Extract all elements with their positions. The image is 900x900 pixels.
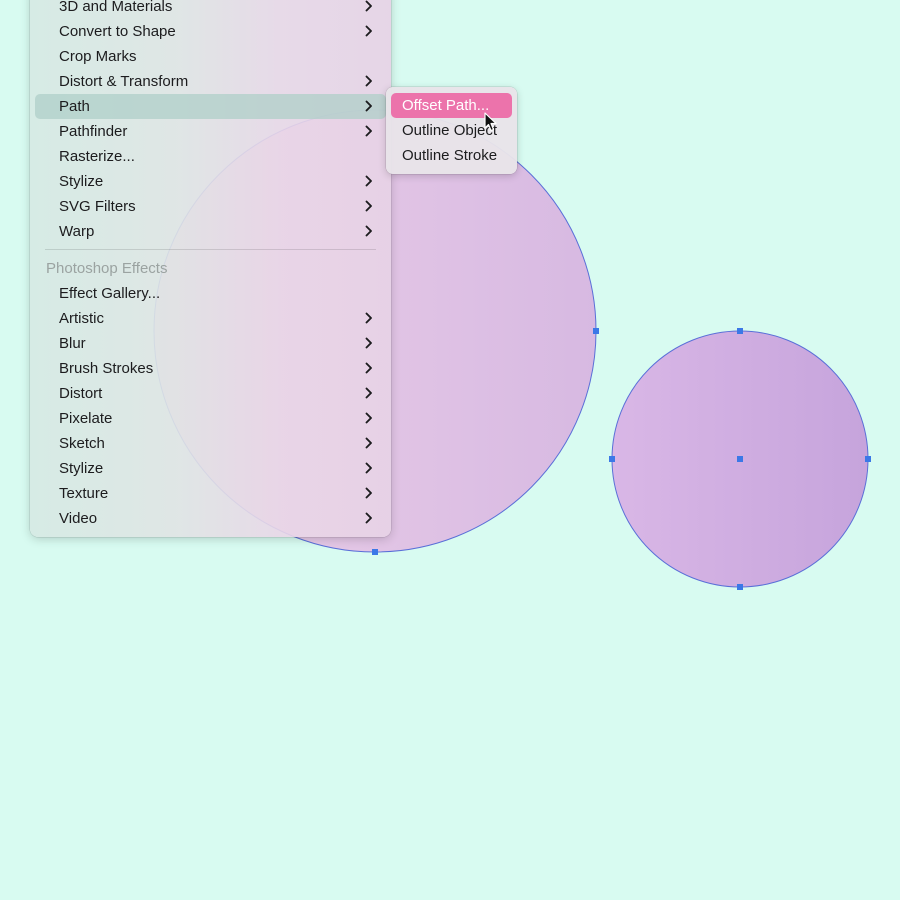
menu-item-label: Pixelate — [59, 410, 113, 427]
submenu-item-outline-stroke[interactable]: Outline Stroke — [391, 143, 512, 168]
menu-item-label: Convert to Shape — [59, 23, 176, 40]
effect-menu: 3D and Materials Convert to Shape Crop Mar… — [30, 0, 391, 537]
menu-item-label: Stylize — [59, 173, 104, 190]
menu-item-label: Warp — [59, 223, 95, 240]
chevron-right-icon — [362, 511, 376, 525]
menu-item-illustrator-svg-filters[interactable]: SVG Filters — [35, 194, 386, 219]
chevron-right-icon — [362, 224, 376, 238]
menu-item-illustrator-stylize[interactable]: Stylize — [35, 169, 386, 194]
chevron-right-icon — [362, 411, 376, 425]
menu-item-label: Path — [59, 98, 90, 115]
chevron-right-icon — [362, 99, 376, 113]
section-header-photoshop-effects: Photoshop Effects — [46, 260, 168, 277]
chevron-right-icon — [362, 336, 376, 350]
menu-item-photoshop-blur[interactable]: Blur — [35, 331, 386, 356]
center-point[interactable] — [737, 456, 743, 462]
menu-item-label: Artistic — [59, 310, 104, 327]
menu-item-photoshop-texture[interactable]: Texture — [35, 481, 386, 506]
anchor-point-top[interactable] — [737, 328, 743, 334]
anchor-point[interactable] — [372, 549, 378, 555]
menu-item-illustrator-path[interactable]: Path — [35, 94, 386, 119]
menu-item-illustrator-3d-and-materials[interactable]: 3D and Materials — [35, 0, 386, 19]
menu-item-label: Effect Gallery... — [59, 285, 161, 302]
menu-item-illustrator-warp[interactable]: Warp — [35, 219, 386, 244]
menu-item-illustrator-rasterize[interactable]: Rasterize... — [35, 144, 386, 169]
chevron-right-icon — [362, 0, 376, 13]
chevron-right-icon — [362, 361, 376, 375]
arrow-pointer-icon — [484, 112, 497, 132]
chevron-right-icon — [362, 74, 376, 88]
submenu-item-label: Outline Stroke — [402, 147, 498, 164]
menu-item-photoshop-distort[interactable]: Distort — [35, 381, 386, 406]
chevron-right-icon — [362, 174, 376, 188]
menu-item-label: Sketch — [59, 435, 105, 452]
menu-item-photoshop-effect-gallery[interactable]: Effect Gallery... — [35, 281, 386, 306]
menu-item-label: 3D and Materials — [59, 0, 173, 15]
submenu-item-label: Offset Path... — [402, 97, 490, 114]
chevron-right-icon — [362, 461, 376, 475]
menu-item-illustrator-crop-marks[interactable]: Crop Marks — [35, 44, 386, 69]
menu-item-photoshop-artistic[interactable]: Artistic — [35, 306, 386, 331]
menu-item-label: Video — [59, 510, 98, 527]
menu-item-photoshop-sketch[interactable]: Sketch — [35, 431, 386, 456]
menu-item-label: Stylize — [59, 460, 104, 477]
menu-item-illustrator-pathfinder[interactable]: Pathfinder — [35, 119, 386, 144]
chevron-right-icon — [362, 124, 376, 138]
submenu-item-label: Outline Object — [402, 122, 498, 139]
menu-item-label: Blur — [59, 335, 86, 352]
anchor-point-left[interactable] — [609, 456, 615, 462]
anchor-point-right[interactable] — [865, 456, 871, 462]
chevron-right-icon — [362, 436, 376, 450]
menu-item-photoshop-video[interactable]: Video — [35, 506, 386, 531]
menu-item-label: Rasterize... — [59, 148, 135, 165]
menu-item-photoshop-stylize[interactable]: Stylize — [35, 456, 386, 481]
chevron-right-icon — [362, 486, 376, 500]
chevron-right-icon — [362, 24, 376, 38]
menu-item-label: Crop Marks — [59, 48, 137, 65]
menu-item-illustrator-distort-transform[interactable]: Distort & Transform — [35, 69, 386, 94]
menu-item-label: Brush Strokes — [59, 360, 154, 377]
menu-item-label: Distort — [59, 385, 103, 402]
menu-item-illustrator-convert-to-shape[interactable]: Convert to Shape — [35, 19, 386, 44]
menu-item-photoshop-pixelate[interactable]: Pixelate — [35, 406, 386, 431]
anchor-point[interactable] — [593, 328, 599, 334]
anchor-point-bottom[interactable] — [737, 584, 743, 590]
menu-item-label: Pathfinder — [59, 123, 128, 140]
menu-item-photoshop-brush-strokes[interactable]: Brush Strokes — [35, 356, 386, 381]
menu-item-label: SVG Filters — [59, 198, 136, 215]
menu-item-label: Texture — [59, 485, 109, 502]
chevron-right-icon — [362, 199, 376, 213]
menu-item-label: Distort & Transform — [59, 73, 189, 90]
menu-separator — [45, 249, 376, 250]
chevron-right-icon — [362, 386, 376, 400]
chevron-right-icon — [362, 311, 376, 325]
